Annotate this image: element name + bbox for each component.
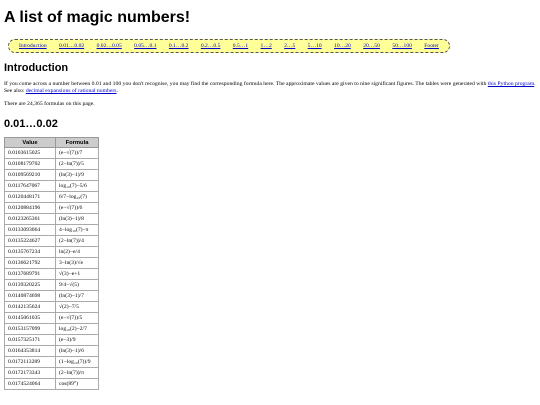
table-row: 0.0145061035 (e−√(7))/5 [4,312,99,324]
value-cell: 0.0117647067 [4,180,56,192]
range-heading: 0.01…0.02 [4,118,58,130]
value-cell: 0.0142135624 [4,301,56,313]
table-row: 0.0120884196 (e−√(7))/6 [4,202,99,214]
nav-link[interactable]: 0.2…0.5 [201,43,221,49]
value-cell: 0.0133093064 [4,224,56,236]
formula-cell: ln(2)−e/4 [55,246,99,258]
nav-link[interactable]: 0.5…1 [233,43,248,49]
formula-cell: √(3)−e+1 [55,268,99,280]
formula-cell: 4−log₁₀(7)−π [55,224,99,236]
column-header-value: Value [4,137,56,148]
value-cell: 0.0135224627 [4,235,56,247]
formula-cell: (2−ln(7))/5 [55,158,99,170]
intro-heading: Introduction [4,62,69,74]
nav-link[interactable]: 0.1…0.2 [169,43,189,49]
nav-link[interactable]: 10…20 [334,43,351,49]
nav-link[interactable]: Introduction [19,43,47,49]
formula-cell: (e−3)/9 [55,334,99,346]
table-row: 0.0174524064 cos(89°) [4,378,99,390]
formula-cell: (e−√(7))/6 [55,202,99,214]
value-cell: 0.0135767234 [4,246,56,258]
value-cell: 0.0140874698 [4,290,56,302]
value-cell: 0.0172173343 [4,367,56,379]
table-row: 0.0103615025 (e−√(7))/7 [4,147,99,159]
value-cell: 0.0164353814 [4,345,56,357]
table-header-row: Value Formula [4,137,99,148]
nav-link[interactable]: 0.01…0.02 [59,43,84,49]
table-row: 0.0135767234 ln(2)−e/4 [4,246,99,258]
rational-expansions-link[interactable]: decimal expansions of rational numbers [26,88,117,94]
value-cell: 0.0120884196 [4,202,56,214]
formula-cell: (ln(3)−1)/6 [55,345,99,357]
formula-cell: (1−log₁₀(7))/9 [55,356,99,368]
table-row: 0.0164353814 (ln(3)−1)/6 [4,345,99,357]
value-cell: 0.0145061035 [4,312,56,324]
formula-cell: (e−√(7))/5 [55,312,99,324]
nav-link[interactable]: 2…5 [284,43,295,49]
table-row: 0.0109569210 (ln(3)−1)/9 [4,169,99,181]
column-header-formula: Formula [55,137,99,148]
value-cell: 0.0172113289 [4,356,56,368]
table-row: 0.0142135624 √(2)−7/5 [4,301,99,313]
table-row: 0.0135224627 (2−ln(7))/4 [4,235,99,247]
formula-cell: cos(89°) [55,378,99,390]
nav-link[interactable]: 20…50 [363,43,380,49]
nav-link[interactable]: Footer [424,43,439,49]
formula-cell: 9/4−√(5) [55,279,99,291]
value-cell: 0.0174524064 [4,378,56,390]
nav-link[interactable]: 0.05…0.1 [134,43,156,49]
table-row: 0.0108179702 (2−ln(7))/5 [4,158,99,170]
table-row: 0.0153157099 log₁₀(2)−2/7 [4,323,99,335]
value-cell: 0.0139320225 [4,279,56,291]
value-cell: 0.0123265361 [4,213,56,225]
table-row: 0.0172113289 (1−log₁₀(7))/9 [4,356,99,368]
formula-cell: (e−√(7))/7 [55,147,99,159]
formula-cell: log₁₀(2)−2/7 [55,323,99,335]
table-row: 0.0117647067 log₁₀(7)−5/6 [4,180,99,192]
formula-cell: (2−ln(7))/4 [55,235,99,247]
value-cell: 0.0108179702 [4,158,56,170]
nav-link[interactable]: 1…2 [261,43,272,49]
formula-cell: log₁₀(7)−5/6 [55,180,99,192]
value-cell: 0.0109569210 [4,169,56,181]
nav-link[interactable]: 5…10 [308,43,322,49]
formula-cell: √(2)−7/5 [55,301,99,313]
value-cell: 0.0153157099 [4,323,56,335]
value-cell: 0.0157325171 [4,334,56,346]
value-cell: 0.0103615025 [4,147,56,159]
table-row: 0.0137689791 √(3)−e+1 [4,268,99,280]
formula-cell: (2−ln(7))/π [55,367,99,379]
table-row: 0.0133093064 4−log₁₀(7)−π [4,224,99,236]
table-row: 0.0120448171 6/7−log₁₀(7) [4,191,99,203]
intro-text-end: . [116,88,118,94]
formula-cell: 6/7−log₁₀(7) [55,191,99,203]
intro-paragraph: If you come across a number between 0.01… [4,81,536,95]
intro-text: If you come across a number between 0.01… [4,81,488,87]
python-program-link[interactable]: this Python program [488,81,534,87]
formula-cell: (ln(3)−1)/9 [55,169,99,181]
formula-count: There are 24,365 formulas on this page. [4,101,95,107]
nav-link[interactable]: 50…100 [392,43,412,49]
table-row: 0.0136621792 3−ln(3)/√e [4,257,99,269]
value-cell: 0.0120448171 [4,191,56,203]
page-title: A list of magic numbers! [4,9,191,26]
table-row: 0.0172173343 (2−ln(7))/π [4,367,99,379]
nav-link[interactable]: 0.02…0.05 [97,43,122,49]
formula-cell: 3−ln(3)/√e [55,257,99,269]
value-cell: 0.0136621792 [4,257,56,269]
table-row: 0.0140874698 (ln(3)−1)/7 [4,290,99,302]
table-row: 0.0157325171 (e−3)/9 [4,334,99,346]
section-nav: Introduction 0.01…0.02 0.02…0.05 0.05…0.1 0.… [8,39,450,53]
formula-table: Value Formula 0.0103615025 (e−√(7))/7 0.01… [4,137,99,390]
formula-cell: (ln(3)−1)/8 [55,213,99,225]
table-row: 0.0139320225 9/4−√(5) [4,279,99,291]
page: A list of magic numbers! Introduction 0.0… [0,0,540,390]
value-cell: 0.0137689791 [4,268,56,280]
formula-cell: (ln(3)−1)/7 [55,290,99,302]
table-row: 0.0123265361 (ln(3)−1)/8 [4,213,99,225]
